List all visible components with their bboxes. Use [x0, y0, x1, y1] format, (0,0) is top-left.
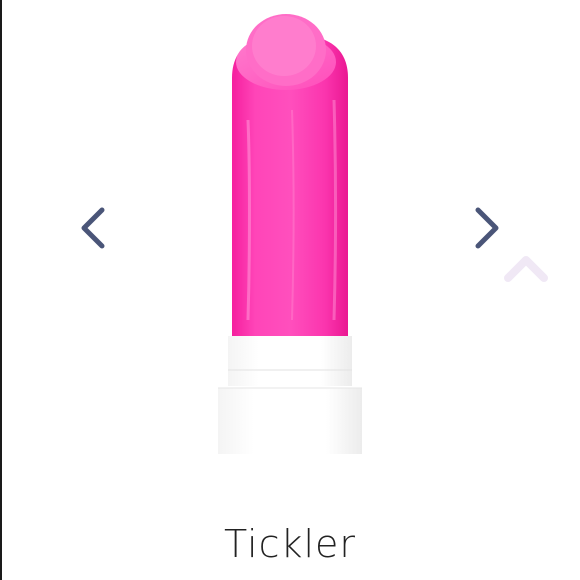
product-image [218, 14, 362, 454]
chevron-right-icon [475, 207, 499, 249]
carousel-next-button[interactable] [466, 203, 506, 253]
chevron-left-icon [81, 207, 105, 249]
product-name: Tickler [223, 522, 357, 566]
chevron-up-icon [504, 256, 548, 282]
scroll-to-top-button[interactable] [500, 252, 552, 286]
carousel-prev-button[interactable] [74, 203, 114, 253]
product-carousel: Tickler [0, 0, 580, 580]
